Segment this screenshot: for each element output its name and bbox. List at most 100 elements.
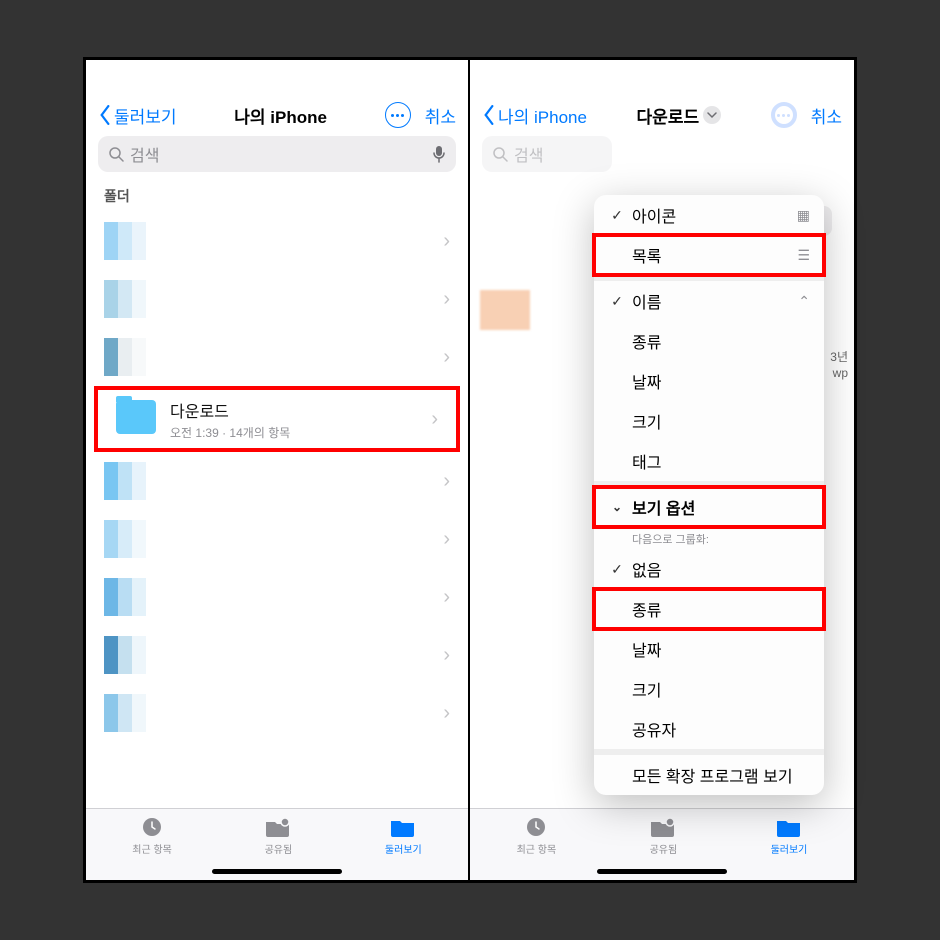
chevron-right-icon: › bbox=[443, 644, 450, 667]
title-text: 다운로드 bbox=[637, 103, 700, 128]
tab-label: 둘러보기 bbox=[771, 841, 808, 856]
row-subtitle: 오전 1:39 · 14개의 항목 bbox=[170, 424, 431, 441]
search-placeholder: 검색 bbox=[130, 142, 159, 166]
folder-icon bbox=[389, 815, 417, 839]
back-button[interactable]: 나의 iPhone bbox=[482, 103, 587, 128]
list-item[interactable]: › bbox=[86, 568, 468, 626]
group-by-label: 다음으로 그룹화: bbox=[594, 527, 824, 549]
menu-label: 날짜 bbox=[632, 637, 810, 661]
menu-item-view-options[interactable]: ⌄ 보기 옵션 bbox=[594, 487, 824, 527]
menu-item-group-shared[interactable]: 공유자 bbox=[594, 709, 824, 749]
menu-label: 아이콘 bbox=[632, 203, 797, 227]
view-options-menu: ✓ 아이콘 ▦ 목록 ☰ ✓ 이름 ⌃ 종류 날짜 크기 bbox=[594, 195, 824, 795]
home-indicator[interactable] bbox=[597, 869, 727, 874]
list-item[interactable]: › bbox=[86, 684, 468, 742]
blurred-thumb bbox=[104, 462, 146, 500]
tab-browse[interactable]: 둘러보기 bbox=[771, 815, 808, 856]
cancel-button[interactable]: 취소 bbox=[425, 103, 456, 128]
menu-label: 크기 bbox=[632, 677, 810, 701]
menu-label: 모든 확장 프로그램 보기 bbox=[632, 763, 810, 787]
back-button[interactable]: 둘러보기 bbox=[98, 103, 177, 128]
menu-label: 이름 bbox=[632, 289, 798, 313]
search-icon bbox=[492, 146, 508, 162]
chevron-right-icon: › bbox=[443, 470, 450, 493]
chevron-right-icon: › bbox=[443, 528, 450, 551]
menu-item-group-kind[interactable]: 종류 bbox=[594, 589, 824, 629]
menu-label: 없음 bbox=[632, 557, 810, 581]
menu-item-kind[interactable]: 종류 bbox=[594, 321, 824, 361]
chevron-right-icon: › bbox=[443, 702, 450, 725]
blurred-thumb bbox=[104, 694, 146, 732]
list-item[interactable]: › bbox=[86, 212, 468, 270]
clock-icon bbox=[522, 815, 550, 839]
tab-shared[interactable]: 공유됨 bbox=[649, 815, 677, 856]
home-indicator[interactable] bbox=[212, 869, 342, 874]
tab-browse[interactable]: 둘러보기 bbox=[385, 815, 422, 856]
menu-item-icons[interactable]: ✓ 아이콘 ▦ bbox=[594, 195, 824, 235]
blurred-thumb bbox=[104, 222, 146, 260]
tab-recent[interactable]: 최근 항목 bbox=[517, 815, 557, 856]
back-label: 둘러보기 bbox=[114, 103, 177, 128]
list-item[interactable]: › bbox=[86, 270, 468, 328]
status-bar bbox=[470, 60, 854, 98]
folder-icon bbox=[116, 400, 158, 438]
menu-item-size[interactable]: 크기 bbox=[594, 401, 824, 441]
search-input[interactable]: 검색 bbox=[98, 136, 456, 172]
list-item[interactable]: › bbox=[86, 626, 468, 684]
chevron-right-icon: › bbox=[443, 288, 450, 311]
section-header: 폴더 bbox=[86, 180, 468, 212]
tab-label: 공유됨 bbox=[650, 841, 678, 856]
menu-label: 날짜 bbox=[632, 369, 810, 393]
navbar: 둘러보기 나의 iPhone 취소 bbox=[86, 98, 468, 136]
more-button[interactable] bbox=[385, 102, 411, 128]
menu-label: 크기 bbox=[632, 409, 810, 433]
chevron-right-icon: › bbox=[443, 346, 450, 369]
shared-folder-icon bbox=[649, 815, 677, 839]
check-icon: ✓ bbox=[608, 293, 626, 310]
menu-item-group-size[interactable]: 크기 bbox=[594, 669, 824, 709]
mic-icon[interactable] bbox=[432, 145, 446, 163]
tab-recent[interactable]: 최근 항목 bbox=[132, 815, 172, 856]
list-icon: ☰ bbox=[797, 247, 810, 264]
list-item-downloads[interactable]: 다운로드 오전 1:39 · 14개의 항목 › bbox=[98, 390, 456, 448]
clock-icon bbox=[138, 815, 166, 839]
blurred-thumb bbox=[104, 636, 146, 674]
menu-label: 목록 bbox=[632, 243, 797, 267]
tab-shared[interactable]: 공유됨 bbox=[264, 815, 292, 856]
tab-label: 공유됨 bbox=[265, 841, 293, 856]
phone-right: 나의 iPhone 다운로드 취소 검색 3년wp ✓ bbox=[470, 60, 854, 880]
more-button[interactable] bbox=[771, 102, 797, 128]
check-icon: ✓ bbox=[608, 561, 626, 578]
phone-left: 둘러보기 나의 iPhone 취소 검색 폴더 › › › 다운로드 오전 1:… bbox=[86, 60, 470, 880]
search-icon bbox=[108, 146, 124, 162]
menu-item-tag[interactable]: 태그 bbox=[594, 441, 824, 481]
list-item[interactable]: › bbox=[86, 452, 468, 510]
check-icon: ✓ bbox=[608, 207, 626, 224]
blurred-thumb bbox=[104, 338, 146, 376]
blurred-text: 3년wp bbox=[830, 350, 848, 381]
row-title: 다운로드 bbox=[170, 398, 431, 422]
status-bar bbox=[86, 60, 468, 98]
menu-item-date[interactable]: 날짜 bbox=[594, 361, 824, 401]
folder-icon bbox=[775, 815, 803, 839]
menu-item-show-extensions[interactable]: 모든 확장 프로그램 보기 bbox=[594, 755, 824, 795]
blurred-thumb bbox=[104, 520, 146, 558]
menu-label: 공유자 bbox=[632, 717, 810, 741]
menu-item-group-date[interactable]: 날짜 bbox=[594, 629, 824, 669]
menu-label: 보기 옵션 bbox=[632, 495, 810, 519]
cancel-button[interactable]: 취소 bbox=[811, 103, 842, 128]
menu-item-list[interactable]: 목록 ☰ bbox=[594, 235, 824, 275]
search-input[interactable]: 검색 bbox=[482, 136, 612, 172]
menu-item-group-none[interactable]: ✓ 없음 bbox=[594, 549, 824, 589]
list-item[interactable]: › bbox=[86, 510, 468, 568]
menu-label: 태그 bbox=[632, 449, 810, 473]
nav-title: 나의 iPhone bbox=[234, 103, 327, 128]
list-item[interactable]: › bbox=[86, 328, 468, 386]
nav-title[interactable]: 다운로드 bbox=[637, 103, 722, 128]
menu-item-name[interactable]: ✓ 이름 ⌃ bbox=[594, 281, 824, 321]
navbar: 나의 iPhone 다운로드 취소 bbox=[470, 98, 854, 136]
chevron-left-icon bbox=[98, 105, 112, 125]
back-label: 나의 iPhone bbox=[498, 103, 587, 128]
blurred-thumb bbox=[480, 290, 530, 330]
chevron-down-icon: ⌄ bbox=[608, 500, 626, 514]
